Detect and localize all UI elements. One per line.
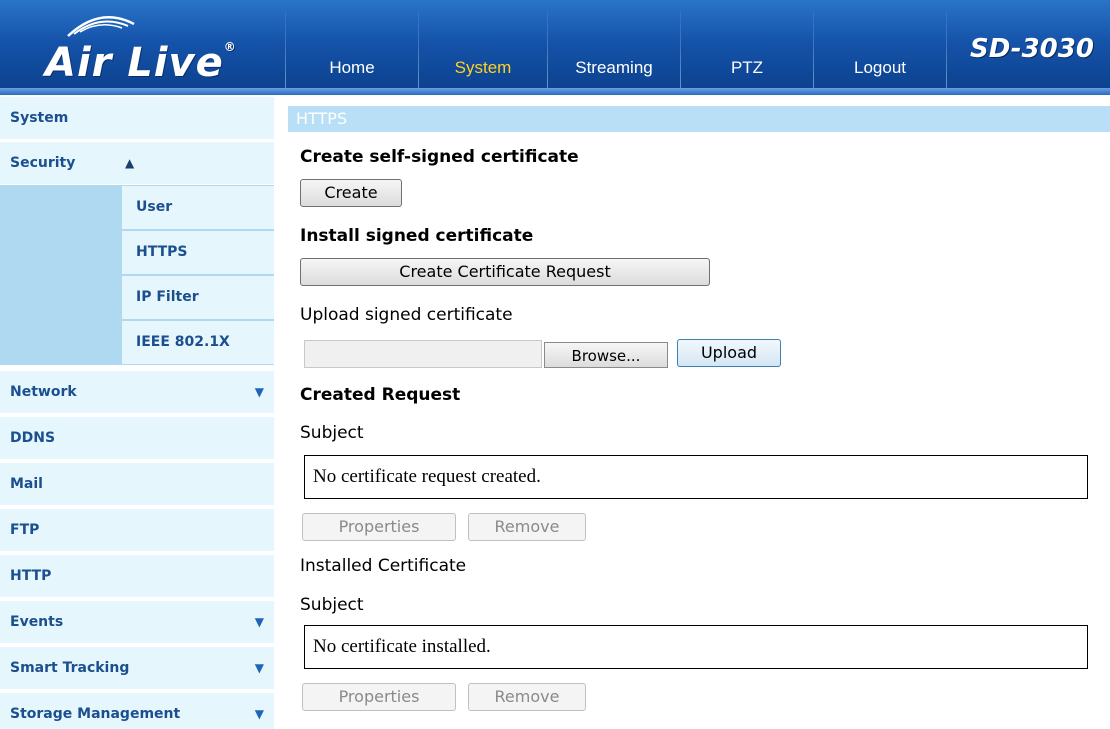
sidebar-item-label: HTTP [10, 568, 52, 584]
create-certificate-request-button[interactable]: Create Certificate Request [300, 258, 710, 286]
sidebar-subitem-user[interactable]: User [122, 186, 274, 229]
created-request-heading: Created Request [300, 385, 461, 405]
top-header: Air Live® Home System Streaming PTZ Logo… [0, 0, 1110, 95]
sidebar-item-label: System [10, 110, 69, 126]
section-title-bar: HTTPS [288, 106, 1110, 132]
installed-remove-button[interactable]: Remove [468, 683, 586, 711]
sidebar-item-label: Network [10, 384, 77, 400]
sidebar-item-label: Security [10, 155, 76, 171]
sidebar-item-label: Storage Management [10, 706, 181, 722]
header-bottom-strip [0, 88, 1110, 95]
security-submenu: User HTTPS IP Filter IEEE 802.1X [0, 185, 274, 365]
collapse-arrow-icon: ▲ [125, 156, 135, 170]
sidebar-item-label: FTP [10, 522, 40, 538]
upload-button[interactable]: Upload [677, 339, 781, 367]
expand-arrow-icon: ▼ [254, 385, 264, 399]
installed-subject-box: No certificate installed. [304, 625, 1088, 669]
sidebar-item-events[interactable]: Events ▼ [0, 601, 274, 644]
sidebar-item-ddns[interactable]: DDNS [0, 417, 274, 460]
sidebar-item-system[interactable]: System [0, 97, 274, 140]
sidebar-item-security[interactable]: Security ▲ [0, 142, 274, 185]
upload-signed-label: Upload signed certificate [300, 305, 513, 325]
sidebar-item-label: Events [10, 614, 64, 630]
sidebar-item-label: DDNS [10, 430, 56, 446]
tab-streaming[interactable]: Streaming [548, 48, 680, 88]
request-properties-button[interactable]: Properties [302, 513, 456, 541]
logo-text: Air Live [45, 40, 224, 86]
installed-certificate-heading: Installed Certificate [300, 556, 467, 576]
main-content: HTTPS Create self-signed certificate Cre… [288, 95, 1110, 729]
sidebar-item-label: Mail [10, 476, 43, 492]
sidebar-item-label: Smart Tracking [10, 660, 130, 676]
tab-logout[interactable]: Logout [814, 48, 946, 88]
certificate-file-field[interactable] [304, 340, 542, 368]
airlive-logo[interactable]: Air Live® [45, 40, 237, 86]
sidebar-subitem-https[interactable]: HTTPS [122, 231, 274, 274]
tab-system[interactable]: System [419, 48, 547, 88]
sidebar-subitem-ieee-8021x[interactable]: IEEE 802.1X [122, 321, 274, 364]
model-name: SD-3030 [970, 34, 1094, 64]
tab-ptz[interactable]: PTZ [681, 48, 813, 88]
expand-arrow-icon: ▼ [254, 707, 264, 721]
expand-arrow-icon: ▼ [254, 615, 264, 629]
request-subject-box: No certificate request created. [304, 455, 1088, 499]
sidebar-item-ftp[interactable]: FTP [0, 509, 274, 552]
wifi-swoosh-icon [67, 16, 135, 37]
sidebar-item-network[interactable]: Network ▼ [0, 371, 274, 414]
installed-properties-button[interactable]: Properties [302, 683, 456, 711]
request-remove-button[interactable]: Remove [468, 513, 586, 541]
sidebar-item-mail[interactable]: Mail [0, 463, 274, 506]
sidebar-subitem-ip-filter[interactable]: IP Filter [122, 276, 274, 319]
expand-arrow-icon: ▼ [254, 661, 264, 675]
logo-registered-mark: ® [223, 40, 237, 54]
sidebar-item-storage-management[interactable]: Storage Management ▼ [0, 693, 274, 729]
browse-button[interactable]: Browse... [544, 342, 668, 368]
nav-separator [946, 10, 947, 88]
sidebar: System Security ▲ User HTTPS IP Filter I… [0, 95, 277, 729]
request-subject-label: Subject [300, 423, 364, 443]
sidebar-item-smart-tracking[interactable]: Smart Tracking ▼ [0, 647, 274, 690]
installed-subject-label: Subject [300, 595, 364, 615]
install-signed-heading: Install signed certificate [300, 226, 534, 246]
create-button[interactable]: Create [300, 179, 402, 207]
tab-home[interactable]: Home [286, 48, 418, 88]
self-signed-heading: Create self-signed certificate [300, 147, 579, 167]
sidebar-item-http[interactable]: HTTP [0, 555, 274, 598]
